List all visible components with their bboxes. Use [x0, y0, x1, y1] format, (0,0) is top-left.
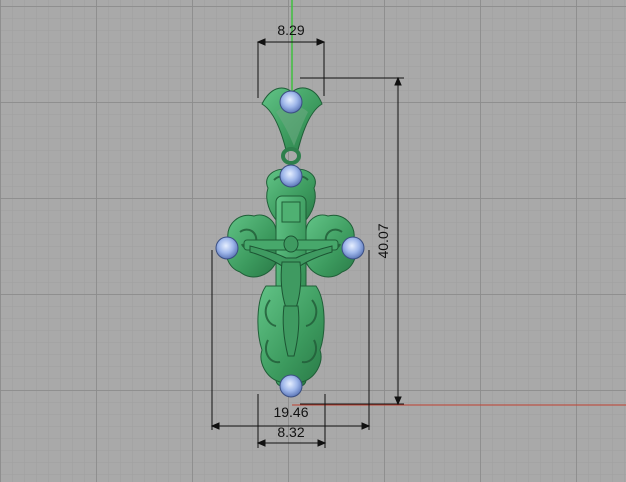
crucifix-pendant-model[interactable] [215, 87, 365, 398]
jump-ring [281, 147, 301, 165]
gem-top-arm [279, 164, 303, 188]
gem-bottom [279, 374, 303, 398]
front-viewport[interactable]: 8.29 40.07 19.46 8.32 [0, 0, 626, 482]
dimension-top-width-label: 8.29 [277, 22, 304, 38]
gem-right-arm [341, 236, 365, 260]
gem-left-arm [215, 236, 239, 260]
dimension-top-width[interactable] [256, 38, 326, 98]
viewport-scene: 8.29 40.07 19.46 8.32 [210, 0, 626, 448]
dimension-bottom-width-label: 8.32 [277, 424, 304, 440]
gem-top-bail [279, 90, 303, 114]
dimension-overall-width-label: 19.46 [273, 404, 308, 420]
inri-plaque [281, 201, 301, 223]
dimension-height-label: 40.07 [375, 223, 391, 258]
